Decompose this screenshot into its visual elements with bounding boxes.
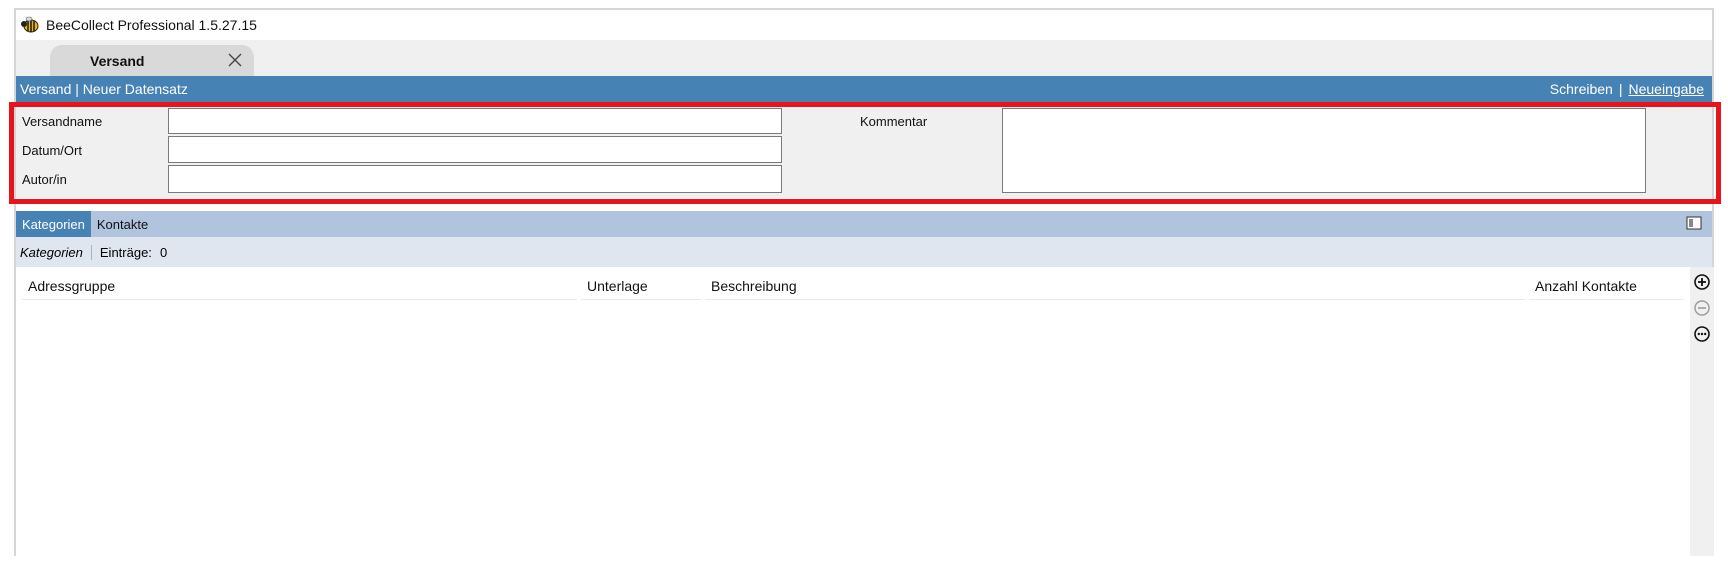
write-link[interactable]: Schreiben <box>1550 81 1613 97</box>
datum-label: Datum/Ort <box>22 143 82 158</box>
kommentar-field[interactable] <box>1002 108 1646 193</box>
sub-tab-bar: Kategorien Kontakte <box>16 211 1712 237</box>
tab-versand[interactable]: Versand <box>50 45 254 76</box>
panel-toggle-icon[interactable] <box>1686 216 1702 230</box>
record-form: Versandname Datum/Ort Autor/in Kommentar <box>16 102 1712 198</box>
tab-label: Versand <box>90 52 145 69</box>
tab-strip: Versand <box>16 40 1712 76</box>
column-header-adressgruppe[interactable]: Adressgruppe <box>22 273 577 300</box>
autor-label: Autor/in <box>22 172 67 187</box>
autor-field[interactable] <box>168 165 782 193</box>
column-label: Adressgruppe <box>28 278 116 294</box>
bee-logo-icon <box>21 16 39 33</box>
row-action-bar <box>1690 267 1714 556</box>
section-name: Kategorien <box>20 244 92 260</box>
column-label: Beschreibung <box>711 278 797 294</box>
new-entry-link[interactable]: Neueingabe <box>1628 81 1704 97</box>
breadcrumb: Versand | Neuer Datensatz <box>20 81 188 97</box>
categories-table: Adressgruppe Unterlage Beschreibung Anza… <box>16 267 1690 558</box>
column-label: Anzahl Kontakte <box>1535 278 1637 294</box>
record-header: Versand | Neuer Datensatz Schreiben | Ne… <box>16 76 1712 102</box>
more-icon[interactable] <box>1693 325 1711 343</box>
datum-field[interactable] <box>168 136 782 163</box>
versandname-field[interactable] <box>168 108 782 134</box>
entries-count: 0 <box>159 244 168 260</box>
header-actions: Schreiben | Neueingabe <box>1550 76 1704 102</box>
tab-kategorien[interactable]: Kategorien <box>16 211 91 237</box>
entries-label: Einträge: <box>99 244 152 260</box>
remove-icon[interactable] <box>1693 299 1711 317</box>
add-icon[interactable] <box>1693 273 1711 291</box>
tab-kontakte[interactable]: Kontakte <box>91 211 154 237</box>
action-separator: | <box>1618 81 1623 97</box>
info-bar: Kategorien Einträge: 0 <box>16 237 1712 267</box>
column-header-unterlage[interactable]: Unterlage <box>581 273 701 300</box>
column-label: Unterlage <box>587 278 648 294</box>
kommentar-label: Kommentar <box>860 114 928 129</box>
column-header-beschreibung[interactable]: Beschreibung <box>705 273 1525 300</box>
window-title: BeeCollect Professional 1.5.27.15 <box>46 17 257 33</box>
versandname-label: Versandname <box>22 114 103 129</box>
title-bar: BeeCollect Professional 1.5.27.15 <box>16 10 1712 40</box>
column-header-anzahl-kontakte[interactable]: Anzahl Kontakte <box>1529 273 1684 300</box>
close-icon[interactable] <box>226 51 244 69</box>
app-window: BeeCollect Professional 1.5.27.15 Versan… <box>9 8 1721 558</box>
